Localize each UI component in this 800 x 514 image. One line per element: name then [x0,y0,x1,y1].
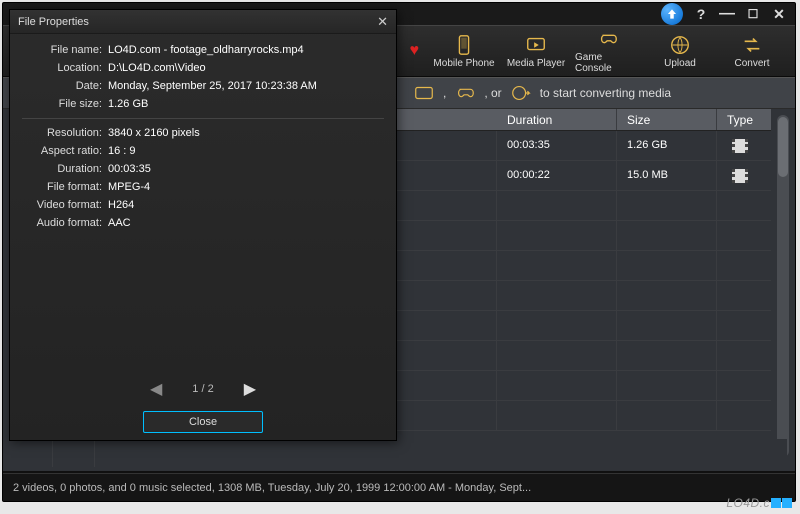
help-button[interactable]: ? [693,6,709,22]
prop-row: File name:LO4D.com - footage_oldharryroc… [22,44,384,56]
film-icon [732,169,748,183]
prop-row: Resolution:3840 x 2160 pixels [22,127,384,139]
cell-duration: 00:03:35 [497,131,617,160]
prop-label: Video format: [22,199,108,211]
status-bar: 2 videos, 0 photos, and 0 music selected… [3,473,795,501]
prop-value: 3840 x 2160 pixels [108,127,384,139]
status-text: 2 videos, 0 photos, and 0 music selected… [13,482,531,494]
prop-row: File format:MPEG-4 [22,181,384,193]
film-icon [732,139,748,153]
toolbar-label: Mobile Phone [433,58,494,69]
minimize-button[interactable]: — [719,6,735,22]
upload-button[interactable]: Upload [645,26,715,76]
media-player-button[interactable]: Media Player [501,26,571,76]
prop-row: Video format:H264 [22,199,384,211]
prev-arrow-icon[interactable]: ◀ [150,379,162,399]
prop-label: File format: [22,181,108,193]
prop-row: Aspect ratio:16 : 9 [22,145,384,157]
prop-row: Audio format:AAC [22,217,384,229]
prop-row: File size:1.26 GB [22,98,384,110]
prop-value: 00:03:35 [108,163,384,175]
toolbar-label: Media Player [507,58,565,69]
column-size[interactable]: Size [617,109,717,130]
prop-value: MPEG-4 [108,181,384,193]
mobile-phone-button[interactable]: Mobile Phone [429,26,499,76]
pager: ◀ 1 / 2 ▶ [22,379,384,399]
cell-type [717,131,763,160]
game-console-button[interactable]: Game Console [573,26,643,76]
prop-label: Audio format: [22,217,108,229]
game-console-icon [454,84,476,102]
convert-icon [740,34,764,56]
game-console-icon [596,28,620,50]
hint-sep: , or [484,86,501,100]
scrollbar[interactable]: ▼ [777,115,789,457]
prop-row: Duration:00:03:35 [22,163,384,175]
prop-label: Date: [22,80,108,92]
close-button[interactable]: Close [143,411,263,433]
toolbar-label: Convert [734,58,769,69]
thumbnail-strip [11,439,787,467]
hint-tail: to start converting media [540,86,671,100]
dialog-titlebar[interactable]: File Properties ✕ [10,10,396,34]
file-properties-dialog: File Properties ✕ File name:LO4D.com - f… [9,9,397,441]
dialog-title: File Properties [18,16,89,28]
cell-duration: 00:00:22 [497,161,617,190]
favorite-icon[interactable]: ♥ [410,42,420,60]
next-arrow-icon[interactable]: ▶ [244,379,256,399]
convert-button[interactable]: Convert [717,26,787,76]
prop-row: Date:Monday, September 25, 2017 10:23:38… [22,80,384,92]
prop-row: Location:D:\LO4D.com\Video [22,62,384,74]
media-player-icon [524,34,548,56]
close-window-button[interactable]: ✕ [771,6,787,22]
app-window: ? — ☐ ✕ ♥ Mobile Phone Media Player Game… [2,2,796,502]
prop-label: File name: [22,44,108,56]
dialog-close-icon[interactable]: ✕ [377,14,388,30]
toolbar-label: Upload [664,58,696,69]
prop-label: Location: [22,62,108,74]
hint-sep: , [443,86,446,100]
cell-size: 1.26 GB [617,131,717,160]
media-player-icon [413,84,435,102]
column-type[interactable]: Type [717,109,763,130]
prop-label: Duration: [22,163,108,175]
maximize-button[interactable]: ☐ [745,6,761,22]
globe-icon [510,84,532,102]
prop-value: 16 : 9 [108,145,384,157]
separator [22,118,384,119]
pager-text: 1 / 2 [192,383,213,395]
prop-value: H264 [108,199,384,211]
prop-label: Aspect ratio: [22,145,108,157]
thumb-cell[interactable] [53,439,95,467]
toolbar-label: Game Console [575,52,641,74]
cell-size: 15.0 MB [617,161,717,190]
prop-value: LO4D.com - footage_oldharryrocks.mp4 [108,44,384,56]
mobile-phone-icon [452,34,476,56]
thumb-cell[interactable] [11,439,53,467]
prop-value: D:\LO4D.com\Video [108,62,384,74]
column-duration[interactable]: Duration [497,109,617,130]
prop-value: Monday, September 25, 2017 10:23:38 AM [108,80,384,92]
update-button[interactable] [661,3,683,25]
prop-value: AAC [108,217,384,229]
scrollbar-thumb[interactable] [778,117,788,177]
prop-label: Resolution: [22,127,108,139]
prop-value: 1.26 GB [108,98,384,110]
prop-label: File size: [22,98,108,110]
cell-type [717,161,763,190]
upload-icon [668,34,692,56]
